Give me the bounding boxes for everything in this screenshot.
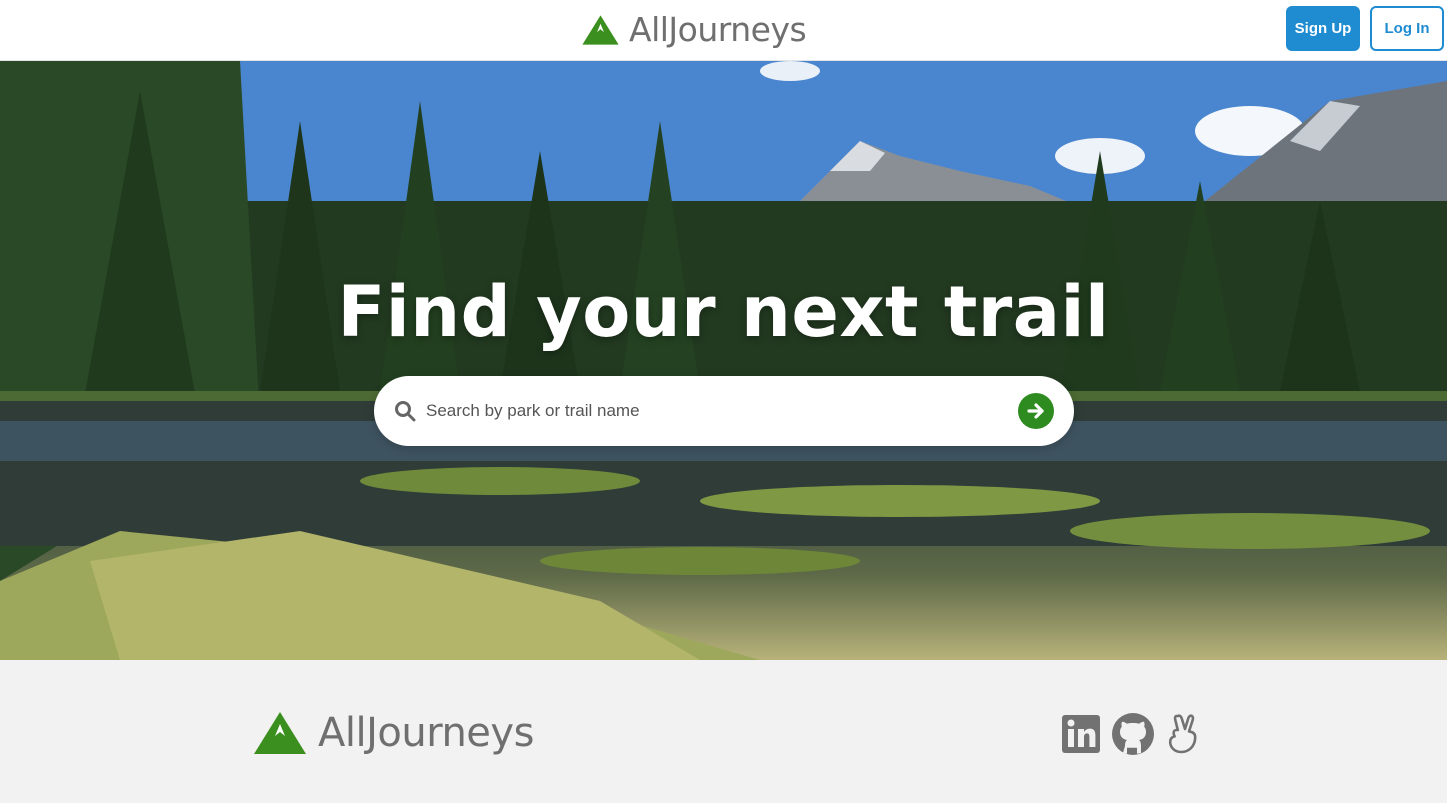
footer: AllJourneys <box>0 660 1447 803</box>
linkedin-icon[interactable] <box>1061 712 1101 756</box>
mountain-logo-icon <box>582 15 619 45</box>
top-nav: AllJourneys Sign Up Log In <box>0 0 1447 61</box>
search-bar <box>374 376 1074 446</box>
search-submit-button[interactable] <box>1018 393 1054 429</box>
hero-banner: Find your next trail <box>0 61 1447 660</box>
search-icon <box>395 401 416 422</box>
angellist-icon[interactable] <box>1167 712 1203 756</box>
github-icon[interactable] <box>1111 712 1155 756</box>
brand-name: AllJourneys <box>629 10 807 49</box>
hero-title: Find your next trail <box>337 271 1110 353</box>
mountain-logo-icon <box>254 712 306 754</box>
login-button[interactable]: Log In <box>1370 6 1444 51</box>
brand-logo-link[interactable]: AllJourneys <box>581 10 807 50</box>
search-input[interactable] <box>426 394 1006 428</box>
signup-button[interactable]: Sign Up <box>1286 6 1360 51</box>
arrow-right-icon <box>1027 403 1044 419</box>
hero-background-image <box>0 61 1447 660</box>
footer-brand-name: AllJourneys <box>318 710 534 756</box>
footer-brand-link[interactable]: AllJourneys <box>252 710 534 756</box>
